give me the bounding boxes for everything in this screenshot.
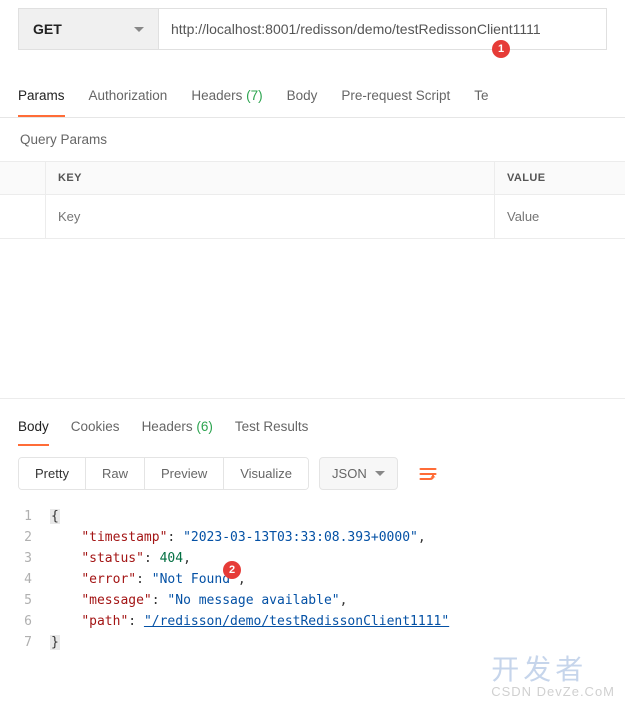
watermark: 开发者 CSDN DevZe.CoM (491, 648, 615, 699)
line-number: 1 (0, 506, 50, 527)
chevron-down-icon (134, 27, 144, 32)
line-number: 3 (0, 548, 50, 569)
code-text: "message": "No message available", (50, 590, 347, 611)
row-key-cell[interactable] (46, 195, 495, 238)
watermark-sub: CSDN DevZe.CoM (491, 684, 615, 699)
annotation-badge-1: 1 (492, 40, 510, 58)
view-raw-button[interactable]: Raw (86, 458, 145, 489)
annotation-badge-2: 2 (223, 561, 241, 579)
code-text: "path": "/redisson/demo/testRedissonClie… (50, 611, 449, 632)
url-input[interactable] (158, 8, 607, 50)
code-text: "status": 404, (50, 548, 191, 569)
response-body-code[interactable]: 1{ 2 "timestamp": "2023-03-13T03:33:08.3… (0, 498, 625, 653)
tab-authorization[interactable]: Authorization (89, 78, 168, 117)
tab-headers-label: Headers (191, 88, 242, 103)
params-table-head: KEY VALUE (0, 161, 625, 195)
param-value-input[interactable] (507, 209, 613, 224)
col-value: VALUE (495, 162, 625, 194)
view-pretty-button[interactable]: Pretty (19, 458, 86, 489)
col-key: KEY (46, 162, 495, 194)
empty-space (0, 239, 625, 399)
watermark-main: 开发者 (491, 654, 587, 685)
tab-body[interactable]: Body (287, 78, 318, 117)
param-key-input[interactable] (58, 209, 482, 224)
tab-params[interactable]: Params (18, 78, 65, 117)
resp-tab-headers[interactable]: Headers (6) (142, 409, 213, 446)
body-format-select[interactable]: JSON (319, 457, 398, 490)
col-checkbox (0, 162, 46, 194)
tab-prerequest[interactable]: Pre-request Script (341, 78, 450, 117)
line-number: 4 (0, 569, 50, 590)
view-visualize-button[interactable]: Visualize (224, 458, 308, 489)
wrap-lines-icon[interactable] (412, 458, 444, 490)
resp-tab-body[interactable]: Body (18, 409, 49, 446)
resp-tab-headers-label: Headers (142, 419, 193, 434)
http-method-label: GET (33, 21, 62, 37)
code-text: } (50, 632, 60, 653)
query-params-title: Query Params (0, 118, 625, 161)
code-text: "error": "Not Found", (50, 569, 246, 590)
tab-tests[interactable]: Te (474, 78, 488, 117)
row-value-cell[interactable] (495, 195, 625, 238)
resp-tab-cookies[interactable]: Cookies (71, 409, 120, 446)
view-mode-group: Pretty Raw Preview Visualize (18, 457, 309, 490)
body-toolbar: Pretty Raw Preview Visualize JSON (0, 447, 625, 498)
response-tabs: Body Cookies Headers (6) Test Results (0, 409, 625, 447)
request-tabs: Params Authorization Headers (7) Body Pr… (0, 78, 625, 118)
row-checkbox[interactable] (0, 195, 46, 238)
line-number: 6 (0, 611, 50, 632)
view-preview-button[interactable]: Preview (145, 458, 224, 489)
code-text: "timestamp": "2023-03-13T03:33:08.393+00… (50, 527, 426, 548)
code-text: { (50, 506, 60, 527)
line-number: 2 (0, 527, 50, 548)
line-number: 5 (0, 590, 50, 611)
table-row (0, 195, 625, 239)
line-number: 7 (0, 632, 50, 653)
tab-headers-count: (7) (246, 88, 263, 103)
resp-tab-headers-count: (6) (196, 419, 213, 434)
body-format-label: JSON (332, 466, 367, 481)
http-method-select[interactable]: GET (18, 8, 158, 50)
chevron-down-icon (375, 471, 385, 476)
resp-tab-tests[interactable]: Test Results (235, 409, 309, 446)
tab-headers[interactable]: Headers (7) (191, 78, 262, 117)
